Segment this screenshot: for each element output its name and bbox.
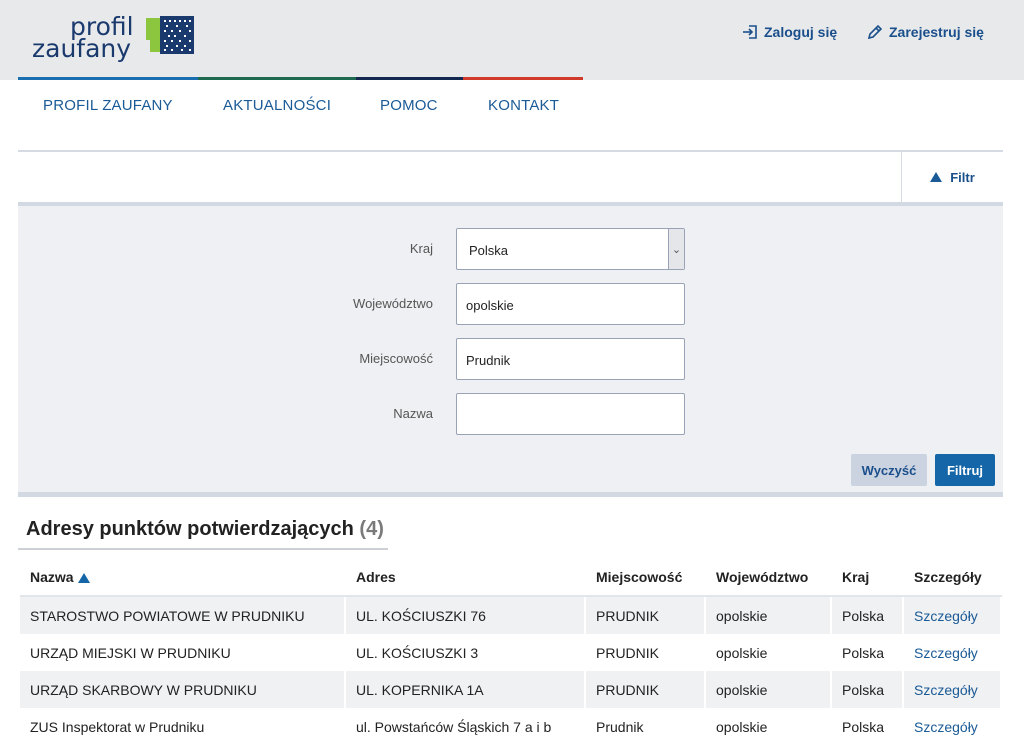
country-row: Kraj Polska ⌄	[18, 228, 1003, 270]
sort-ascending-icon	[77, 573, 90, 583]
main-navigation: PROFIL ZAUFANY AKTUALNOŚCI POMOC KONTAKT	[18, 80, 1003, 152]
logo-text-line2: zaufany	[32, 34, 132, 63]
login-label: Zaloguj się	[764, 24, 838, 40]
city-row: Miejscowość Prudnik	[18, 338, 1003, 380]
filter-toggle-button[interactable]: Filtr	[901, 152, 1003, 202]
cell-voivodeship: opolskie	[706, 634, 832, 671]
cell-city: PRUDNIK	[586, 597, 706, 634]
country-value: Polska	[469, 243, 509, 258]
cell-name: URZĄD SKARBOWY W PRUDNIKU	[20, 671, 346, 708]
chevron-down-icon: ⌄	[668, 229, 684, 269]
cell-country: Polska	[832, 671, 904, 708]
top-header: profil zaufany Zaloguj się Zarejestruj s…	[0, 0, 1024, 80]
triangle-up-icon	[930, 172, 943, 182]
column-header-nazwa[interactable]: Nazwa	[20, 559, 346, 597]
cell-address: UL. KOŚCIUSZKI 3	[346, 634, 586, 671]
name-row: Nazwa	[18, 393, 1003, 435]
table-row: URZĄD MIEJSKI W PRUDNIKU UL. KOŚCIUSZKI …	[20, 634, 1002, 671]
cell-voivodeship: opolskie	[706, 597, 832, 634]
voivodeship-input[interactable]: opolskie	[456, 283, 685, 325]
country-select[interactable]: Polska ⌄	[456, 228, 685, 270]
filter-toggle-label: Filtr	[950, 169, 975, 185]
cell-address: UL. KOŚCIUSZKI 76	[346, 597, 586, 634]
results-title: Adresy punktów potwierdzających	[26, 518, 354, 540]
results-heading: Adresy punktów potwierdzających (4)	[26, 518, 384, 541]
filter-submit-button[interactable]: Filtruj	[935, 454, 995, 486]
column-header-szczegoly: Szczegóły	[904, 559, 1002, 597]
cell-name: URZĄD MIEJSKI W PRUDNIKU	[20, 634, 346, 671]
city-label: Miejscowość	[359, 351, 433, 366]
filter-bar: Filtr	[18, 152, 1003, 204]
table-row: URZĄD SKARBOWY W PRUDNIKU UL. KOPERNIKA …	[20, 671, 1002, 708]
cell-name: ZUS Inspektorat w Prudniku	[20, 708, 346, 745]
details-link[interactable]: Szczegóły	[904, 634, 1002, 671]
nav-item-kontakt[interactable]: KONTAKT	[488, 97, 559, 114]
table-row: STAROSTWO POWIATOWE W PRUDNIKU UL. KOŚCI…	[20, 597, 1002, 634]
column-header-adres[interactable]: Adres	[346, 559, 586, 597]
filter-panel: Kraj Polska ⌄ Województwo opolskie Miejs…	[18, 202, 1003, 497]
pencil-icon	[867, 24, 883, 40]
table-row: ZUS Inspektorat w Prudniku ul. Powstańcó…	[20, 708, 1002, 745]
profil-zaufany-logo[interactable]: profil zaufany	[30, 10, 200, 65]
heading-underline	[18, 548, 388, 550]
nav-item-aktualnosci[interactable]: AKTUALNOŚCI	[223, 97, 331, 114]
cell-name: STAROSTWO POWIATOWE W PRUDNIKU	[20, 597, 346, 634]
cell-country: Polska	[832, 634, 904, 671]
voivodeship-label: Województwo	[353, 296, 433, 311]
column-header-wojewodztwo[interactable]: Województwo	[706, 559, 832, 597]
table-header-row: Nazwa Adres Miejscowość Województwo Kraj…	[20, 559, 1002, 597]
name-label: Nazwa	[393, 406, 433, 421]
column-header-label: Nazwa	[30, 569, 74, 585]
results-table: Nazwa Adres Miejscowość Województwo Kraj…	[20, 559, 1002, 745]
cell-country: Polska	[832, 708, 904, 745]
cell-address: UL. KOPERNIKA 1A	[346, 671, 586, 708]
cell-voivodeship: opolskie	[706, 671, 832, 708]
details-link[interactable]: Szczegóły	[904, 671, 1002, 708]
cell-voivodeship: opolskie	[706, 708, 832, 745]
country-label: Kraj	[409, 241, 433, 256]
name-input[interactable]	[456, 393, 685, 435]
nav-item-pomoc[interactable]: POMOC	[380, 97, 438, 114]
cell-city: PRUDNIK	[586, 671, 706, 708]
login-icon	[743, 25, 757, 39]
cell-country: Polska	[832, 597, 904, 634]
city-input[interactable]: Prudnik	[456, 338, 685, 380]
column-header-kraj[interactable]: Kraj	[832, 559, 904, 597]
cell-address: ul. Powstańców Śląskich 7 a i b	[346, 708, 586, 745]
logo-mark-icon	[146, 16, 194, 54]
register-link[interactable]: Zarejestruj się	[867, 24, 984, 40]
clear-button[interactable]: Wyczyść	[851, 454, 927, 486]
voivodeship-row: Województwo opolskie	[18, 283, 1003, 325]
details-link[interactable]: Szczegóły	[904, 597, 1002, 634]
register-label: Zarejestruj się	[889, 24, 984, 40]
cell-city: PRUDNIK	[586, 634, 706, 671]
column-header-miejscowosc[interactable]: Miejscowość	[586, 559, 706, 597]
cell-city: Prudnik	[586, 708, 706, 745]
login-link[interactable]: Zaloguj się	[742, 24, 837, 40]
results-count: (4)	[359, 518, 384, 540]
nav-item-profil-zaufany[interactable]: PROFIL ZAUFANY	[43, 97, 173, 114]
details-link[interactable]: Szczegóły	[904, 708, 1002, 745]
